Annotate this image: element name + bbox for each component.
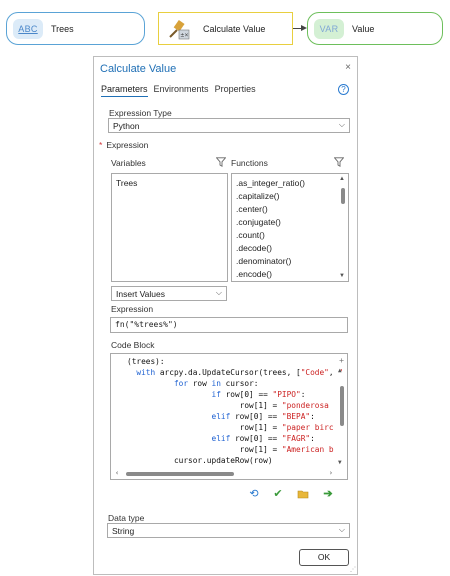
expression-section-label: Expression — [106, 140, 149, 150]
dialog-tabs: Parameters Environments Properties — [101, 84, 256, 97]
undo-icon[interactable]: ⟲ — [248, 487, 260, 500]
function-item[interactable]: .encode() — [232, 268, 348, 281]
expression-label: Expression — [111, 304, 154, 314]
variables-list[interactable]: Trees — [111, 173, 228, 282]
scrollbar-thumb[interactable] — [340, 386, 344, 426]
verify-check-icon[interactable]: ✔ — [272, 487, 284, 500]
string-variable-icon: ABC — [13, 18, 43, 39]
code-vertical-scrollbar[interactable]: ▲ ▼ — [337, 366, 346, 467]
chevron-down-icon: ⌵ — [215, 288, 222, 297]
function-item[interactable]: .decode() — [232, 242, 348, 255]
code-line: if row[0] == "PIPO": — [211, 390, 306, 399]
scroll-up-icon[interactable]: ▲ — [339, 176, 345, 182]
scrollbar-thumb[interactable] — [341, 188, 345, 204]
trees-icon-text: ABC — [18, 23, 38, 34]
code-line: with arcpy.da.UpdateCursor(trees, ["Code… — [136, 368, 343, 377]
tab-parameters[interactable]: Parameters — [101, 84, 148, 97]
calculate-tool-icon: ±× — [169, 19, 190, 39]
code-horizontal-scrollbar[interactable]: ‹ › — [112, 469, 335, 478]
trees-variable-node[interactable]: ABC Trees — [6, 12, 145, 45]
ok-button[interactable]: OK — [299, 549, 349, 566]
scroll-left-icon[interactable]: ‹ — [115, 469, 119, 477]
tab-properties[interactable]: Properties — [215, 84, 256, 97]
required-marker: * — [99, 140, 103, 150]
resize-grip-icon[interactable]: ⋰ — [350, 566, 356, 573]
scroll-down-icon[interactable]: ▼ — [339, 273, 345, 279]
value-node-label: Value — [352, 23, 375, 34]
insert-values-label: Insert Values — [116, 289, 165, 299]
tab-environments[interactable]: Environments — [154, 84, 209, 97]
data-type-value: String — [112, 526, 135, 536]
variable-item-trees[interactable]: Trees — [112, 177, 227, 190]
code-line: row[1] = "paper birc — [127, 423, 334, 432]
functions-list[interactable]: .as_integer_ratio() .capitalize() .cente… — [231, 173, 349, 282]
expression-type-value: Python — [113, 121, 140, 131]
function-item[interactable]: .denominator() — [232, 255, 348, 268]
code-line: cursor.updateRow(row) — [127, 456, 273, 465]
chevron-down-icon: ⌵ — [338, 120, 345, 129]
code-block-label: Code Block — [111, 340, 155, 350]
code-block-editor[interactable]: (trees): with arcpy.da.UpdateCursor(tree… — [110, 353, 348, 480]
data-type-select[interactable]: String ⌵ — [107, 523, 350, 538]
calculate-node-label: Calculate Value — [203, 23, 266, 34]
scroll-down-icon[interactable]: ▼ — [338, 459, 342, 466]
expression-section-header: * Expression — [99, 140, 148, 150]
close-icon[interactable]: × — [345, 62, 351, 73]
code-line: elif row[0] == "BEPA": — [211, 412, 315, 421]
function-item[interactable]: .conjugate() — [232, 216, 348, 229]
code-line: row[1] = "American b — [127, 445, 334, 454]
function-item[interactable]: .capitalize() — [232, 190, 348, 203]
help-icon[interactable]: ? — [338, 84, 349, 95]
data-type-label: Data type — [108, 513, 145, 523]
variable-icon: VAR — [314, 18, 344, 39]
filter-icon[interactable] — [216, 157, 226, 167]
code-line: (trees): — [127, 357, 165, 366]
open-folder-icon[interactable] — [297, 488, 309, 500]
value-icon-text: VAR — [319, 23, 339, 34]
scrollbar-thumb[interactable] — [126, 472, 234, 476]
filter-icon[interactable] — [334, 157, 344, 167]
expression-input[interactable]: fn("%trees%") — [110, 317, 348, 333]
code-line: row[1] = "ponderosa — [127, 401, 329, 410]
code-line: for row in cursor: — [173, 379, 259, 388]
function-item[interactable]: .count() — [232, 229, 348, 242]
calculate-value-tool-node[interactable]: ±× Calculate Value — [158, 12, 293, 45]
scroll-up-icon[interactable]: ▲ — [338, 367, 342, 374]
plus-icon[interactable]: + — [339, 356, 344, 365]
chevron-down-icon: ⌵ — [338, 525, 345, 534]
insert-values-dropdown[interactable]: Insert Values ⌵ — [111, 286, 227, 301]
dialog-title: Calculate Value — [100, 63, 177, 75]
functions-scrollbar[interactable]: ▲ ▼ — [338, 175, 347, 280]
functions-header: Functions — [231, 158, 268, 168]
function-item[interactable]: .center() — [232, 203, 348, 216]
trees-node-label: Trees — [51, 23, 74, 34]
code-line: elif row[0] == "FAGR": — [211, 434, 315, 443]
value-output-node[interactable]: VAR Value — [307, 12, 443, 45]
expression-type-label: Expression Type — [109, 108, 172, 118]
arrow-right-icon[interactable]: ➔ — [322, 487, 334, 500]
expression-type-select[interactable]: Python ⌵ — [108, 118, 350, 133]
calculate-value-dialog: Calculate Value × Parameters Environment… — [93, 56, 358, 575]
function-item[interactable]: .as_integer_ratio() — [232, 177, 348, 190]
svg-text:±×: ±× — [180, 32, 188, 38]
scroll-right-icon[interactable]: › — [329, 469, 333, 477]
variables-header: Variables — [111, 158, 146, 168]
